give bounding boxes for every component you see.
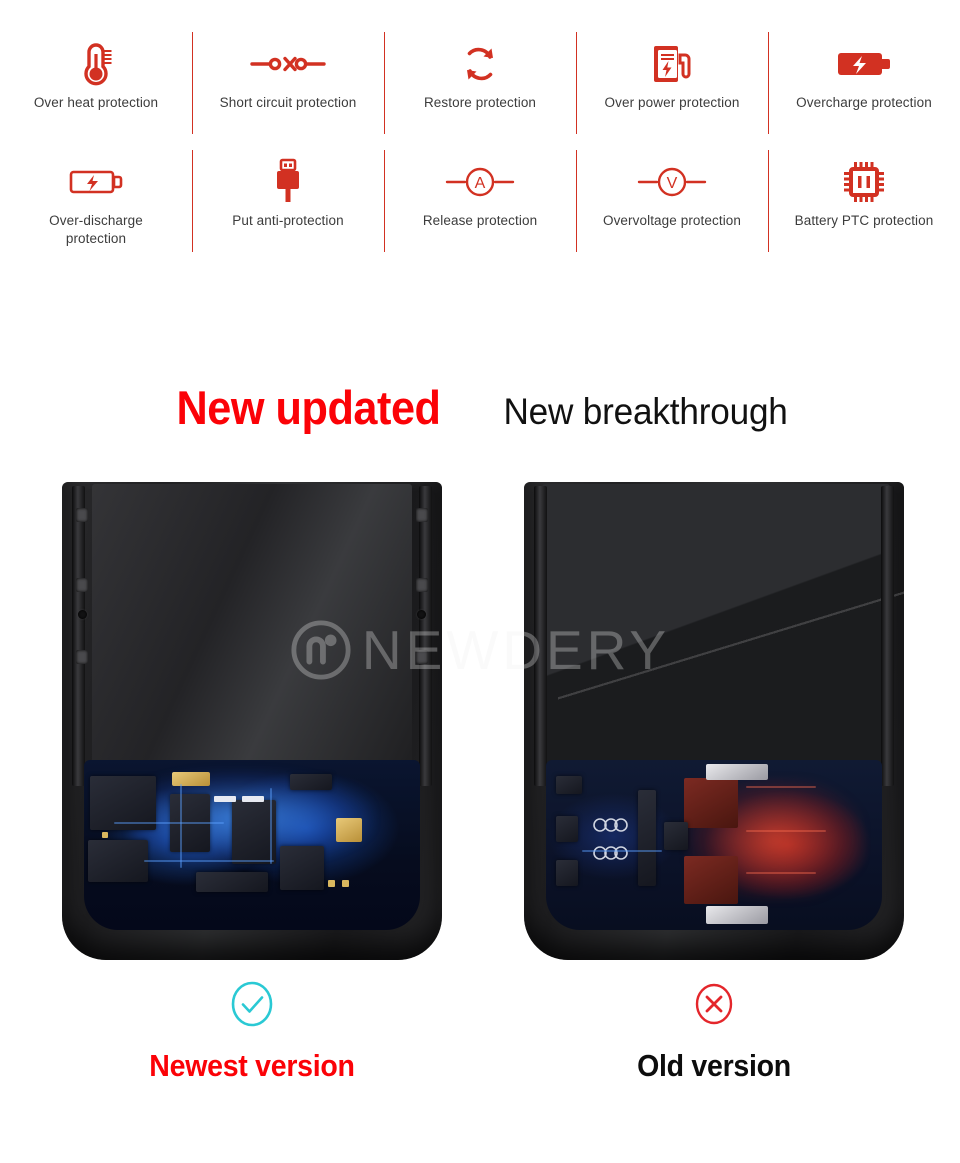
case-back-panel — [92, 484, 412, 780]
battery-case-body-old — [524, 482, 904, 960]
pcb-chip — [684, 856, 738, 904]
features-row-2: Over-discharge protection Put anti-prote… — [0, 148, 960, 288]
feature-overvoltage-protection: V Overvoltage protection — [576, 148, 768, 288]
refresh-cycle-icon — [460, 36, 500, 92]
pcb-gold-pad — [172, 772, 210, 786]
pcb-chip — [556, 860, 578, 886]
pcb-pad — [328, 880, 335, 887]
verdict-newest-version: Newest version — [62, 978, 442, 1084]
case-side-rail-right — [881, 486, 894, 786]
feature-label: Release protection — [422, 213, 538, 228]
feature-over-power-protection: Over power protection — [576, 30, 768, 148]
pcb-trace — [746, 872, 816, 874]
pcb-chip — [638, 790, 656, 886]
case-clip — [76, 650, 88, 664]
feature-battery-ptc-protection: Battery PTC protection — [768, 148, 960, 288]
feature-label: Overcharge protection — [796, 95, 932, 110]
feature-label: Over-discharge protection — [49, 213, 143, 247]
pcb-pad — [342, 880, 349, 887]
ic-chip-icon — [842, 154, 886, 210]
pcb-trace — [746, 786, 816, 788]
feature-release-protection: A Release protection — [384, 148, 576, 288]
pcb-trace — [144, 860, 274, 862]
product-image-old-version — [524, 482, 904, 960]
feature-overcharge-protection: Overcharge protection — [768, 30, 960, 148]
pcb-chip — [664, 822, 688, 850]
product-comparison — [0, 482, 960, 982]
feature-label: Put anti-protection — [232, 213, 344, 228]
pcb-chip — [556, 776, 582, 794]
battery-case-body-new — [62, 482, 442, 960]
pcb-chip — [556, 816, 578, 842]
verdict-old-version: Old version — [524, 978, 904, 1084]
feature-over-heat-protection: Over heat protection — [0, 30, 192, 148]
case-clip — [416, 508, 428, 522]
pcb-trace — [114, 822, 224, 824]
product-image-newest-version — [62, 482, 442, 960]
cross-circle-icon — [524, 978, 904, 1030]
battery-outline-bolt-icon — [68, 154, 124, 210]
pcb-trace — [270, 788, 272, 864]
headline-new-updated: New updated — [176, 381, 441, 434]
feature-label: Short circuit protection — [219, 95, 357, 110]
usb-plug-icon — [271, 154, 305, 210]
case-side-rail-right — [419, 486, 432, 786]
pcb-connector — [706, 764, 768, 780]
case-clip — [416, 650, 428, 664]
headline-new-breakthrough: New breakthrough — [503, 391, 788, 432]
headline: New updated New breakthrough — [0, 380, 960, 435]
case-side-rail-left — [72, 486, 85, 786]
pcb-chip — [280, 846, 324, 890]
case-clip — [416, 578, 428, 592]
pcb-trace — [180, 784, 182, 868]
pcb-pad — [214, 796, 236, 802]
pcb-chip — [88, 840, 148, 882]
feature-short-circuit-protection: Short circuit protection — [192, 30, 384, 148]
case-back-panel — [542, 484, 904, 776]
feature-label: Battery PTC protection — [794, 213, 934, 228]
battery-filled-bolt-icon — [836, 36, 892, 92]
circuit-board-old — [546, 760, 882, 930]
circuit-board-new — [84, 760, 420, 930]
pcb-pad — [102, 832, 108, 838]
pcb-coils — [593, 818, 628, 860]
voltmeter-icon: V — [637, 154, 707, 210]
verdict-label: Newest version — [149, 1048, 355, 1083]
verdict-label: Old version — [637, 1048, 791, 1083]
svg-text:A: A — [475, 175, 486, 192]
pcb-gold-pad — [336, 818, 362, 842]
pcb-trace — [582, 850, 662, 852]
case-side-rail-left — [534, 486, 547, 786]
feature-label: Overvoltage protection — [602, 213, 742, 228]
case-diagonal-seam — [558, 560, 904, 736]
case-clip — [76, 578, 88, 592]
features-row-1: Over heat protection Short circuit prote… — [0, 30, 960, 148]
feature-put-anti-protection: Put anti-protection — [192, 148, 384, 288]
pcb-chip — [290, 774, 332, 790]
product-infographic-page: Over heat protection Short circuit prote… — [0, 0, 960, 1163]
svg-text:V: V — [667, 175, 678, 192]
check-circle-icon — [62, 978, 442, 1030]
pcb-trace — [746, 830, 826, 832]
thermometer-icon — [76, 36, 116, 92]
pcb-chip — [684, 778, 738, 828]
open-circuit-icon — [249, 36, 327, 92]
feature-restore-protection: Restore protection — [384, 30, 576, 148]
feature-label: Restore protection — [423, 95, 537, 110]
case-screw — [417, 610, 426, 619]
protection-features-grid: Over heat protection Short circuit prote… — [0, 30, 960, 288]
ammeter-icon: A — [445, 154, 515, 210]
power-station-icon — [651, 36, 693, 92]
feature-label: Over power protection — [604, 95, 740, 110]
feature-label: Over heat protection — [33, 95, 159, 110]
feature-over-discharge-protection: Over-discharge protection — [0, 148, 192, 288]
case-clip — [76, 508, 88, 522]
pcb-chip — [196, 872, 268, 892]
pcb-connector — [706, 906, 768, 924]
case-screw — [78, 610, 87, 619]
pcb-pad — [242, 796, 264, 802]
